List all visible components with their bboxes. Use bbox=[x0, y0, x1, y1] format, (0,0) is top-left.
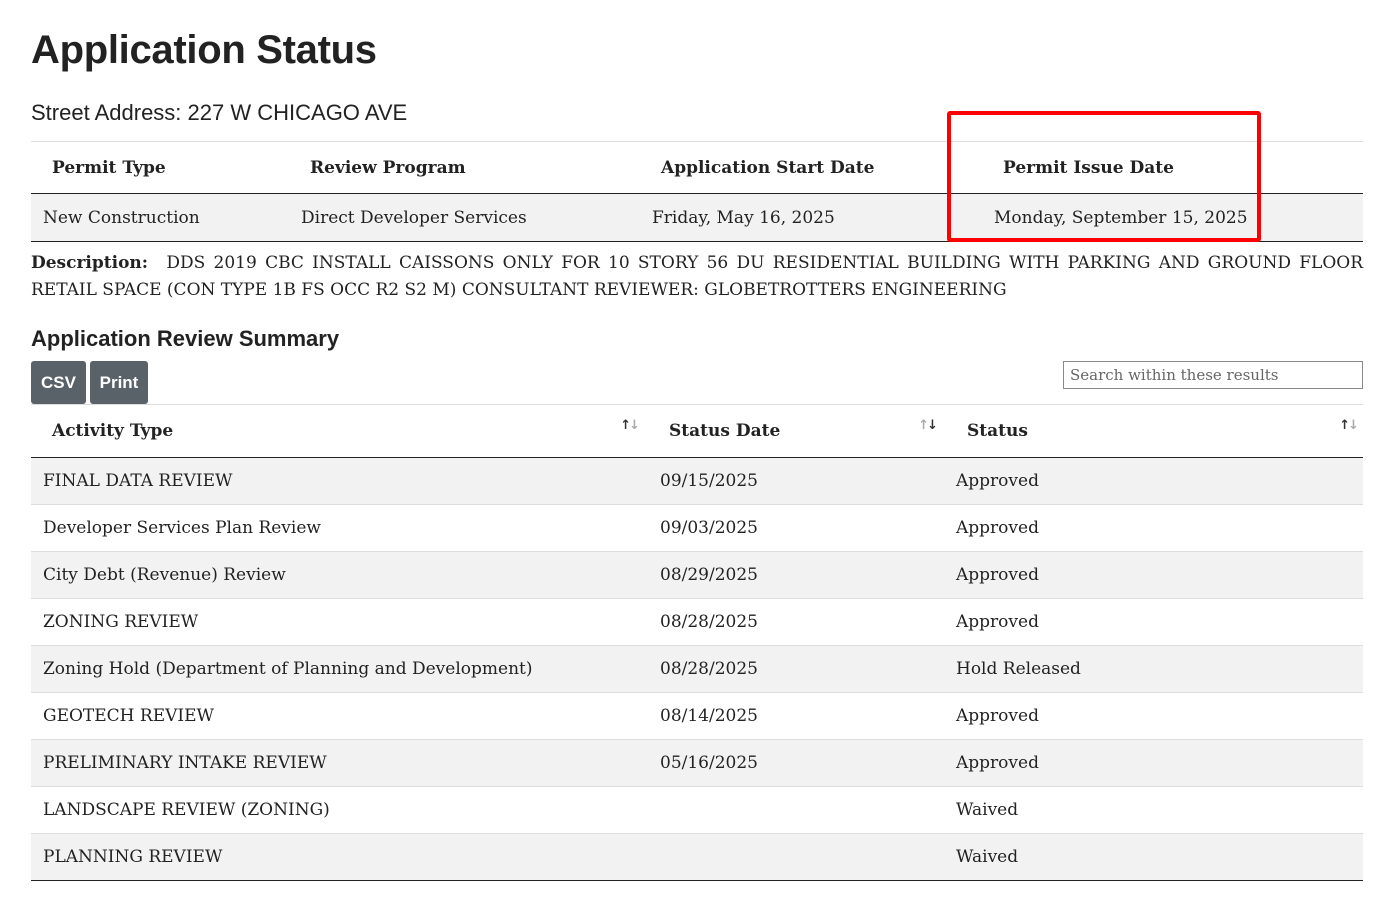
table-row: ZONING REVIEW 08/28/2025 Approved bbox=[31, 598, 1363, 646]
activity-type-cell: FINAL DATA REVIEW bbox=[31, 457, 648, 505]
activity-type-cell: PRELIMINARY INTAKE REVIEW bbox=[31, 739, 648, 787]
status-date-cell: 05/16/2025 bbox=[648, 739, 946, 787]
status-cell: Waived bbox=[946, 833, 1363, 881]
activity-type-cell: LANDSCAPE REVIEW (ZONING) bbox=[31, 786, 648, 834]
permit-header-row: Permit Type Review Program Application S… bbox=[31, 141, 1363, 194]
activity-type-cell: GEOTECH REVIEW bbox=[31, 692, 648, 740]
table-row: PRELIMINARY INTAKE REVIEW 05/16/2025 App… bbox=[31, 739, 1363, 787]
address-value: 227 W CHICAGO AVE bbox=[187, 100, 408, 125]
activity-type-cell: City Debt (Revenue) Review bbox=[31, 551, 648, 599]
description-text: DDS 2019 CBC INSTALL CAISSONS ONLY FOR 1… bbox=[31, 253, 1363, 300]
status-date-cell: 08/28/2025 bbox=[648, 645, 946, 693]
status-date-cell: 08/14/2025 bbox=[648, 692, 946, 740]
sort-icon[interactable]: ↑↓ bbox=[918, 418, 938, 433]
status-cell: Approved bbox=[946, 504, 1363, 552]
table-row: Zoning Hold (Department of Planning and … bbox=[31, 645, 1363, 693]
status-header[interactable]: Status ↑↓ bbox=[946, 404, 1363, 458]
table-row: Developer Services Plan Review 09/03/202… bbox=[31, 504, 1363, 552]
review-header-row: Activity Type ↑↓ Status Date ↑↓ Status ↑… bbox=[31, 404, 1363, 458]
table-row: LANDSCAPE REVIEW (ZONING) Waived bbox=[31, 786, 1363, 834]
print-button[interactable]: Print bbox=[90, 361, 148, 404]
sort-icon[interactable]: ↑↓ bbox=[1339, 418, 1359, 433]
activity-type-cell: PLANNING REVIEW bbox=[31, 833, 648, 881]
permit-type-value: New Construction bbox=[31, 193, 300, 242]
status-date-cell: 09/15/2025 bbox=[648, 457, 946, 505]
status-cell: Approved bbox=[946, 457, 1363, 505]
status-cell: Approved bbox=[946, 739, 1363, 787]
permit-type-header: Permit Type bbox=[31, 141, 300, 194]
permit-issue-date-header: Permit Issue Date bbox=[993, 141, 1363, 194]
activity-type-cell: Developer Services Plan Review bbox=[31, 504, 648, 552]
status-date-cell bbox=[648, 786, 946, 834]
table-row: PLANNING REVIEW Waived bbox=[31, 833, 1363, 881]
review-summary-title: Application Review Summary bbox=[31, 326, 340, 351]
table-row: City Debt (Revenue) Review 08/29/2025 Ap… bbox=[31, 551, 1363, 599]
review-program-value: Direct Developer Services bbox=[300, 193, 651, 242]
status-date-cell bbox=[648, 833, 946, 881]
application-start-date-value: Friday, May 16, 2025 bbox=[651, 193, 993, 242]
activity-type-header[interactable]: Activity Type ↑↓ bbox=[31, 404, 648, 458]
description: Description: DDS 2019 CBC INSTALL CAISSO… bbox=[31, 250, 1363, 304]
status-date-header[interactable]: Status Date ↑↓ bbox=[648, 404, 946, 458]
review-program-header: Review Program bbox=[300, 141, 651, 194]
status-cell: Waived bbox=[946, 786, 1363, 834]
permit-issue-date-value: Monday, September 15, 2025 bbox=[993, 193, 1363, 242]
status-cell: Approved bbox=[946, 598, 1363, 646]
street-address: Street Address: 227 W CHICAGO AVE bbox=[31, 100, 407, 126]
csv-button[interactable]: CSV bbox=[31, 361, 86, 404]
status-date-header-label: Status Date bbox=[669, 421, 781, 441]
permit-table: Permit Type Review Program Application S… bbox=[31, 141, 1363, 242]
activity-type-header-label: Activity Type bbox=[52, 421, 174, 441]
status-cell: Approved bbox=[946, 692, 1363, 740]
search-input[interactable] bbox=[1063, 361, 1363, 389]
application-start-date-header: Application Start Date bbox=[651, 141, 993, 194]
table-row: GEOTECH REVIEW 08/14/2025 Approved bbox=[31, 692, 1363, 740]
description-label: Description: bbox=[31, 253, 149, 273]
status-cell: Approved bbox=[946, 551, 1363, 599]
activity-type-cell: ZONING REVIEW bbox=[31, 598, 648, 646]
sort-icon[interactable]: ↑↓ bbox=[620, 418, 640, 433]
review-table: Activity Type ↑↓ Status Date ↑↓ Status ↑… bbox=[31, 404, 1363, 881]
status-date-cell: 08/28/2025 bbox=[648, 598, 946, 646]
table-row: FINAL DATA REVIEW 09/15/2025 Approved bbox=[31, 457, 1363, 505]
status-header-label: Status bbox=[967, 421, 1028, 441]
address-label: Street Address: bbox=[31, 100, 182, 125]
page-title: Application Status bbox=[31, 28, 377, 72]
activity-type-cell: Zoning Hold (Department of Planning and … bbox=[31, 645, 648, 693]
status-date-cell: 08/29/2025 bbox=[648, 551, 946, 599]
status-date-cell: 09/03/2025 bbox=[648, 504, 946, 552]
permit-row: New Construction Direct Developer Servic… bbox=[31, 193, 1363, 242]
status-cell: Hold Released bbox=[946, 645, 1363, 693]
